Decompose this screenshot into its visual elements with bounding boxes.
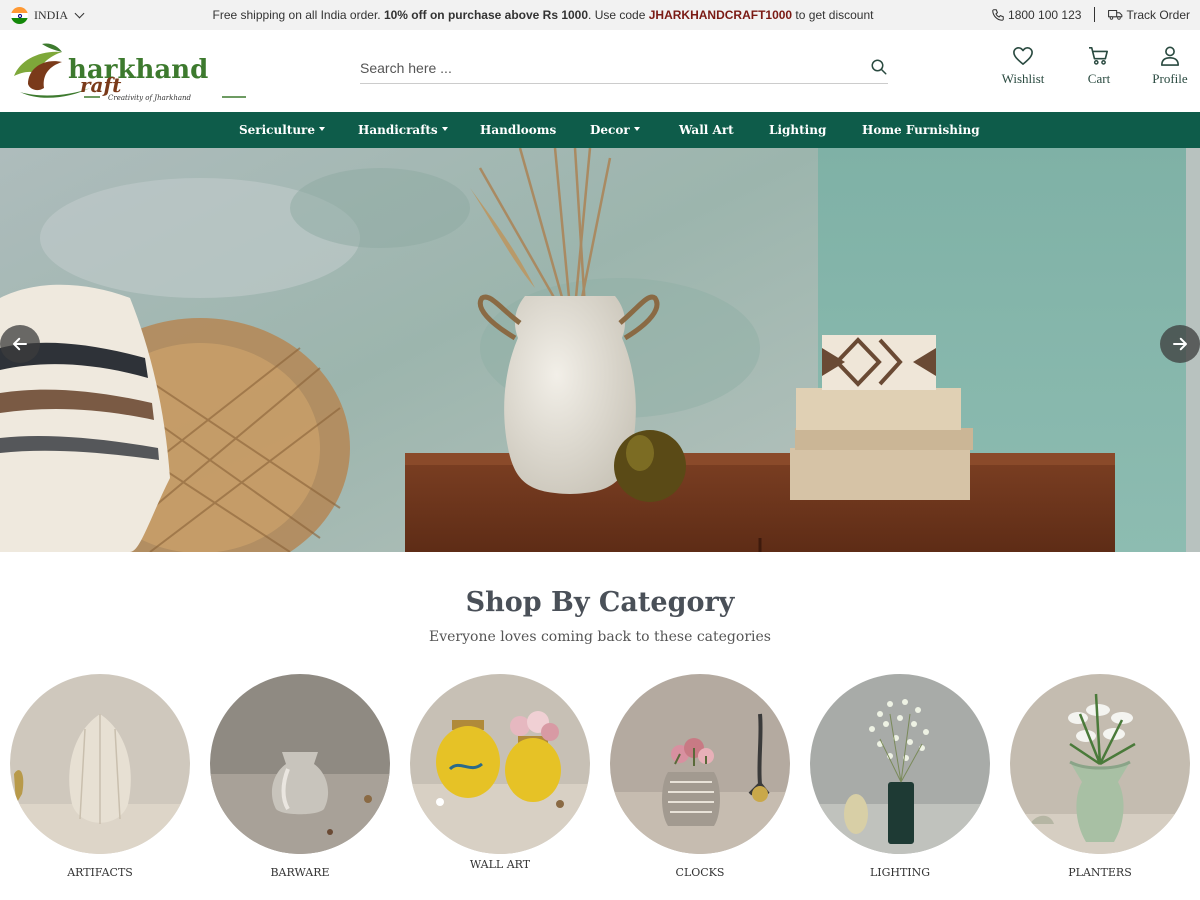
nav-label: Sericulture: [239, 123, 315, 137]
caret-down-icon: [633, 127, 640, 131]
nav-label: Home Furnishing: [862, 123, 980, 137]
wishlist-label: Wishlist: [1001, 71, 1045, 86]
track-order-link[interactable]: Track Order: [1108, 8, 1190, 22]
promo-middle: . Use code: [588, 8, 649, 22]
cart-button[interactable]: Cart: [1064, 46, 1134, 87]
phone-icon: [992, 8, 1004, 21]
svg-text:Creativity of Jharkhand: Creativity of Jharkhand: [108, 94, 192, 102]
category-card-wall-art[interactable]: WALL ART: [410, 674, 590, 871]
track-order-label: Track Order: [1126, 7, 1190, 22]
profile-label: Profile: [1152, 71, 1188, 86]
category-label: WALL ART: [469, 858, 531, 871]
arrow-left-icon: [13, 337, 27, 351]
caret-down-icon: [441, 127, 448, 131]
nav-item-handlooms[interactable]: Handlooms: [480, 123, 556, 137]
category-label: CLOCKS: [675, 866, 725, 879]
top-bar: INDIA Free shipping on all India order. …: [0, 0, 1200, 30]
promo-discount: 10% off on purchase above Rs 1000: [383, 8, 589, 22]
nav-item-handicrafts[interactable]: Handicrafts: [358, 123, 448, 137]
category-image: [410, 674, 590, 854]
heart-icon: [1013, 47, 1033, 65]
caret-down-icon: [319, 127, 325, 131]
nav-item-lighting[interactable]: Lighting: [769, 123, 826, 137]
nav-label: Lighting: [769, 123, 827, 137]
category-card-artifacts[interactable]: ARTIFACTS: [10, 674, 190, 879]
section-subtitle: Everyone loves coming back to these cate…: [429, 629, 771, 645]
promo-suffix: to get discount: [792, 8, 874, 22]
cart-label: Cart: [1087, 71, 1111, 86]
category-card-lighting[interactable]: LIGHTING: [810, 674, 990, 879]
wishlist-button[interactable]: Wishlist: [988, 46, 1058, 87]
search-input[interactable]: [360, 56, 860, 80]
phone-number: 1800 100 123: [1008, 7, 1082, 22]
nav-item-wall-art[interactable]: Wall Art: [679, 123, 734, 137]
hero-banner[interactable]: [0, 148, 1200, 552]
profile-button[interactable]: Profile: [1135, 46, 1200, 87]
category-image: [810, 674, 990, 854]
category-label: PLANTERS: [1068, 866, 1132, 879]
category-card-barware[interactable]: BARWARE: [210, 674, 390, 879]
section-title: Shop By Category: [465, 587, 735, 618]
promo-code: JHARKHANDCRAFT1000: [648, 8, 793, 22]
jharkhand-craft-logo: harkhand raft Creativity of Jharkhand: [14, 43, 246, 102]
nav-item-decor[interactable]: Decor: [590, 123, 640, 137]
category-image: [610, 674, 790, 854]
category-card-planters[interactable]: PLANTERS: [1010, 674, 1190, 879]
category-card-clocks[interactable]: CLOCKS: [610, 674, 790, 879]
search-bar: [360, 56, 888, 84]
nav-label: Handlooms: [480, 123, 557, 137]
nav-label: Handicrafts: [358, 123, 438, 137]
site-logo[interactable]: harkhand raft Creativity of Jharkhand: [10, 40, 250, 104]
nav-item-home-furnishing[interactable]: Home Furnishing: [862, 123, 980, 137]
cart-icon: [1089, 47, 1108, 65]
hero-prev-button[interactable]: [0, 325, 40, 363]
category-image: [1010, 674, 1190, 854]
user-icon: [1161, 46, 1179, 66]
search-icon[interactable]: [870, 58, 888, 81]
promo-prefix: Free shipping on all India order.: [212, 8, 384, 22]
main-nav: Sericulture Handicrafts Handlooms Decor …: [0, 112, 1200, 148]
divider: [1094, 7, 1096, 22]
arrow-right-icon: [1173, 337, 1187, 351]
nav-label: Decor: [590, 123, 630, 137]
phone-link[interactable]: 1800 100 123: [991, 8, 1081, 22]
truck-icon: [1108, 9, 1123, 20]
nav-label: Wall Art: [679, 123, 734, 137]
promo-banner-text: Free shipping on all India order. 10% of…: [0, 8, 1086, 22]
category-label: LIGHTING: [869, 866, 931, 879]
hero-next-button[interactable]: [1160, 325, 1200, 363]
hero-image: [0, 148, 1200, 552]
category-label: BARWARE: [270, 866, 330, 879]
nav-item-sericulture[interactable]: Sericulture: [239, 123, 325, 137]
category-image: [10, 674, 190, 854]
site-header: harkhand raft Creativity of Jharkhand Wi…: [0, 30, 1200, 112]
category-image: [210, 674, 390, 854]
category-label: ARTIFACTS: [67, 866, 133, 879]
